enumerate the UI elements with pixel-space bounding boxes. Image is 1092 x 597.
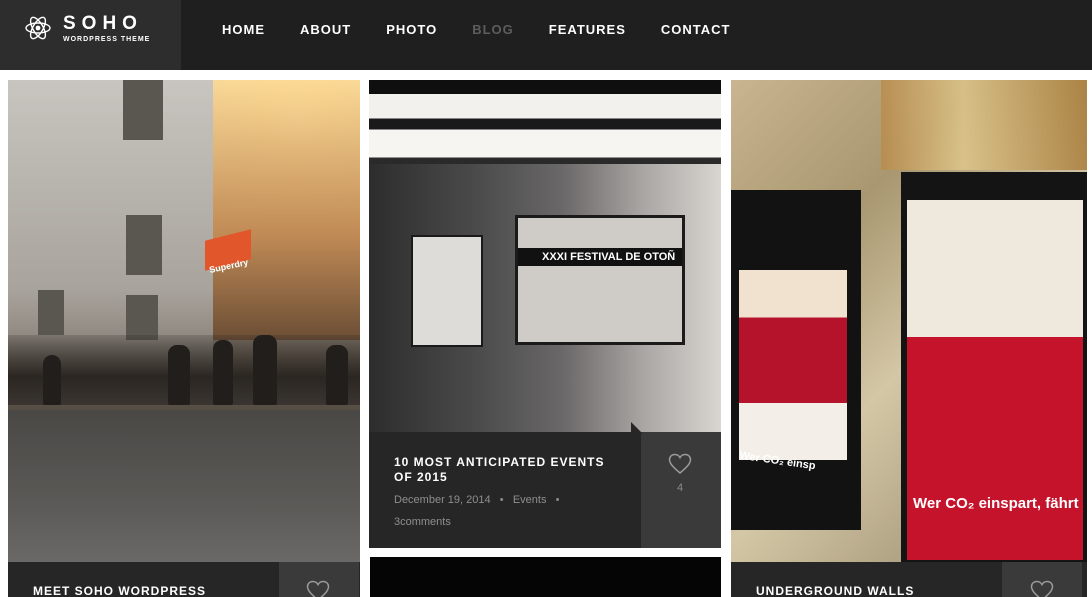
meta-separator: • bbox=[493, 494, 510, 506]
pedestrian bbox=[326, 345, 348, 405]
poster-red-left bbox=[739, 270, 847, 460]
post-title[interactable]: MEET SOHO WORDPRESS bbox=[33, 584, 206, 597]
post-meta-line: December 19, 2014 • Events • bbox=[394, 494, 560, 506]
poster-festival-title: XXXI FESTIVAL DE OTOÑ bbox=[518, 248, 682, 266]
panel-notch bbox=[631, 422, 643, 434]
post-image-posters[interactable]: Wer CO₂ einsp Wer CO₂ einspart, fährt bbox=[731, 80, 1087, 562]
post-title[interactable]: UNDERGROUND WALLS bbox=[756, 584, 914, 597]
pedestrian bbox=[253, 335, 277, 405]
building-window bbox=[123, 80, 163, 140]
post-image-street[interactable]: Superdry bbox=[8, 80, 360, 562]
pedestrian bbox=[213, 340, 233, 405]
nav-features[interactable]: FEATURES bbox=[549, 22, 626, 38]
nav-contact[interactable]: CONTACT bbox=[661, 22, 731, 38]
post-card-meet-soho[interactable]: Superdry MEET SOHO WORDPRESS bbox=[8, 80, 360, 597]
nav-photo[interactable]: PHOTO bbox=[386, 22, 437, 38]
building-window bbox=[126, 295, 158, 340]
poster-festival: XXXI FESTIVAL DE OTOÑ bbox=[515, 215, 685, 345]
poster-small bbox=[411, 235, 483, 347]
post-title[interactable]: 10 MOST ANTICIPATED EVENTS OF 2015 bbox=[394, 455, 624, 485]
torn-posters bbox=[881, 80, 1087, 170]
post-card-underground-walls[interactable]: Wer CO₂ einsp Wer CO₂ einspart, fährt UN… bbox=[731, 80, 1087, 597]
main-nav: HOME ABOUT PHOTO BLOG FEATURES CONTACT bbox=[222, 22, 765, 38]
building-window bbox=[126, 215, 162, 275]
nav-about[interactable]: ABOUT bbox=[300, 22, 351, 38]
meta-separator: • bbox=[549, 494, 560, 506]
site-header: SOHO WORDPRESS THEME HOME ABOUT PHOTO BL… bbox=[0, 0, 1092, 70]
building-window bbox=[38, 290, 64, 335]
building-right bbox=[213, 80, 360, 340]
logo-tagline: WORDPRESS THEME bbox=[63, 36, 151, 43]
heart-icon[interactable] bbox=[306, 580, 330, 597]
post-comments[interactable]: 3comments bbox=[394, 516, 451, 528]
road bbox=[8, 410, 360, 562]
pedestrian bbox=[168, 345, 190, 405]
post-image-train[interactable]: XXXI FESTIVAL DE OTOÑ bbox=[369, 80, 721, 432]
post-card-events[interactable]: XXXI FESTIVAL DE OTOÑ 10 MOST ANTICIPATE… bbox=[369, 80, 721, 548]
nav-home[interactable]: HOME bbox=[222, 22, 265, 38]
nav-blog[interactable]: BLOG bbox=[472, 22, 514, 38]
poster-caption-right: Wer CO₂ einspart, fährt bbox=[913, 495, 1079, 512]
pedestrian bbox=[43, 355, 61, 405]
heart-icon[interactable] bbox=[668, 453, 692, 475]
heart-icon[interactable] bbox=[1030, 580, 1054, 597]
atom-icon bbox=[25, 16, 51, 40]
logo[interactable]: SOHO WORDPRESS THEME bbox=[0, 0, 181, 70]
logo-name: SOHO bbox=[63, 13, 143, 34]
post-date[interactable]: December 19, 2014 bbox=[394, 494, 491, 506]
post-category[interactable]: Events bbox=[513, 494, 547, 506]
crowd bbox=[8, 335, 360, 405]
like-count: 4 bbox=[677, 482, 684, 494]
post-card-next[interactable] bbox=[370, 557, 721, 597]
